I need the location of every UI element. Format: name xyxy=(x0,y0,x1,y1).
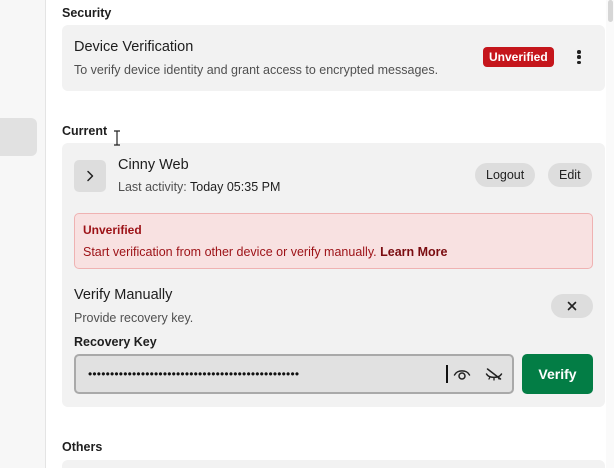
device-verification-title: Device Verification xyxy=(74,39,194,55)
recovery-key-label: Recovery Key xyxy=(74,335,157,349)
close-verify-manually-button[interactable] xyxy=(551,294,593,318)
current-section-label: Current xyxy=(62,124,108,138)
verify-button[interactable]: Verify xyxy=(522,354,593,394)
text-cursor-icon xyxy=(114,130,120,146)
scrollbar-thumb[interactable] xyxy=(608,0,613,22)
unverified-badge: Unverified xyxy=(483,47,554,67)
recovery-key-input[interactable]: ••••••••••••••••••••••••••••••••••••••••… xyxy=(74,354,514,394)
logout-button[interactable]: Logout xyxy=(475,163,536,187)
eye-off-icon[interactable] xyxy=(485,366,503,382)
learn-more-link[interactable]: Learn More xyxy=(380,245,447,259)
security-section-label: Security xyxy=(62,6,112,20)
alert-text: Start verification from other device or … xyxy=(83,245,448,259)
device-verification-description: To verify device identity and grant acce… xyxy=(74,63,439,77)
sidebar-active-item[interactable] xyxy=(0,118,37,156)
session-last-activity: Last activity: Today 05:35 PM xyxy=(118,180,280,194)
edit-button[interactable]: Edit xyxy=(548,163,592,187)
last-activity-value: Today 05:35 PM xyxy=(190,180,281,194)
unverified-alert: Unverified Start verification from other… xyxy=(74,213,593,269)
session-name: Cinny Web xyxy=(118,157,189,173)
current-session-card: Cinny Web Last activity: Today 05:35 PM … xyxy=(62,143,605,407)
verify-manually-title: Verify Manually xyxy=(74,287,173,303)
more-vertical-icon[interactable] xyxy=(573,48,585,66)
text-caret xyxy=(446,365,448,383)
sidebar xyxy=(0,0,46,468)
verify-manually-subtitle: Provide recovery key. xyxy=(74,311,194,325)
eye-icon[interactable] xyxy=(453,366,471,382)
alert-message: Start verification from other device or … xyxy=(83,245,377,259)
device-verification-card: Device Verification To verify device ide… xyxy=(62,25,605,91)
chevron-right-icon xyxy=(87,170,94,182)
others-card xyxy=(62,460,605,468)
recovery-key-value: ••••••••••••••••••••••••••••••••••••••••… xyxy=(88,367,300,381)
others-section-label: Others xyxy=(62,440,103,454)
close-icon xyxy=(567,301,577,311)
last-activity-label: Last activity: xyxy=(118,180,187,194)
expand-session-button[interactable] xyxy=(74,160,106,192)
alert-title: Unverified xyxy=(83,223,142,237)
scrollbar[interactable] xyxy=(606,0,614,468)
